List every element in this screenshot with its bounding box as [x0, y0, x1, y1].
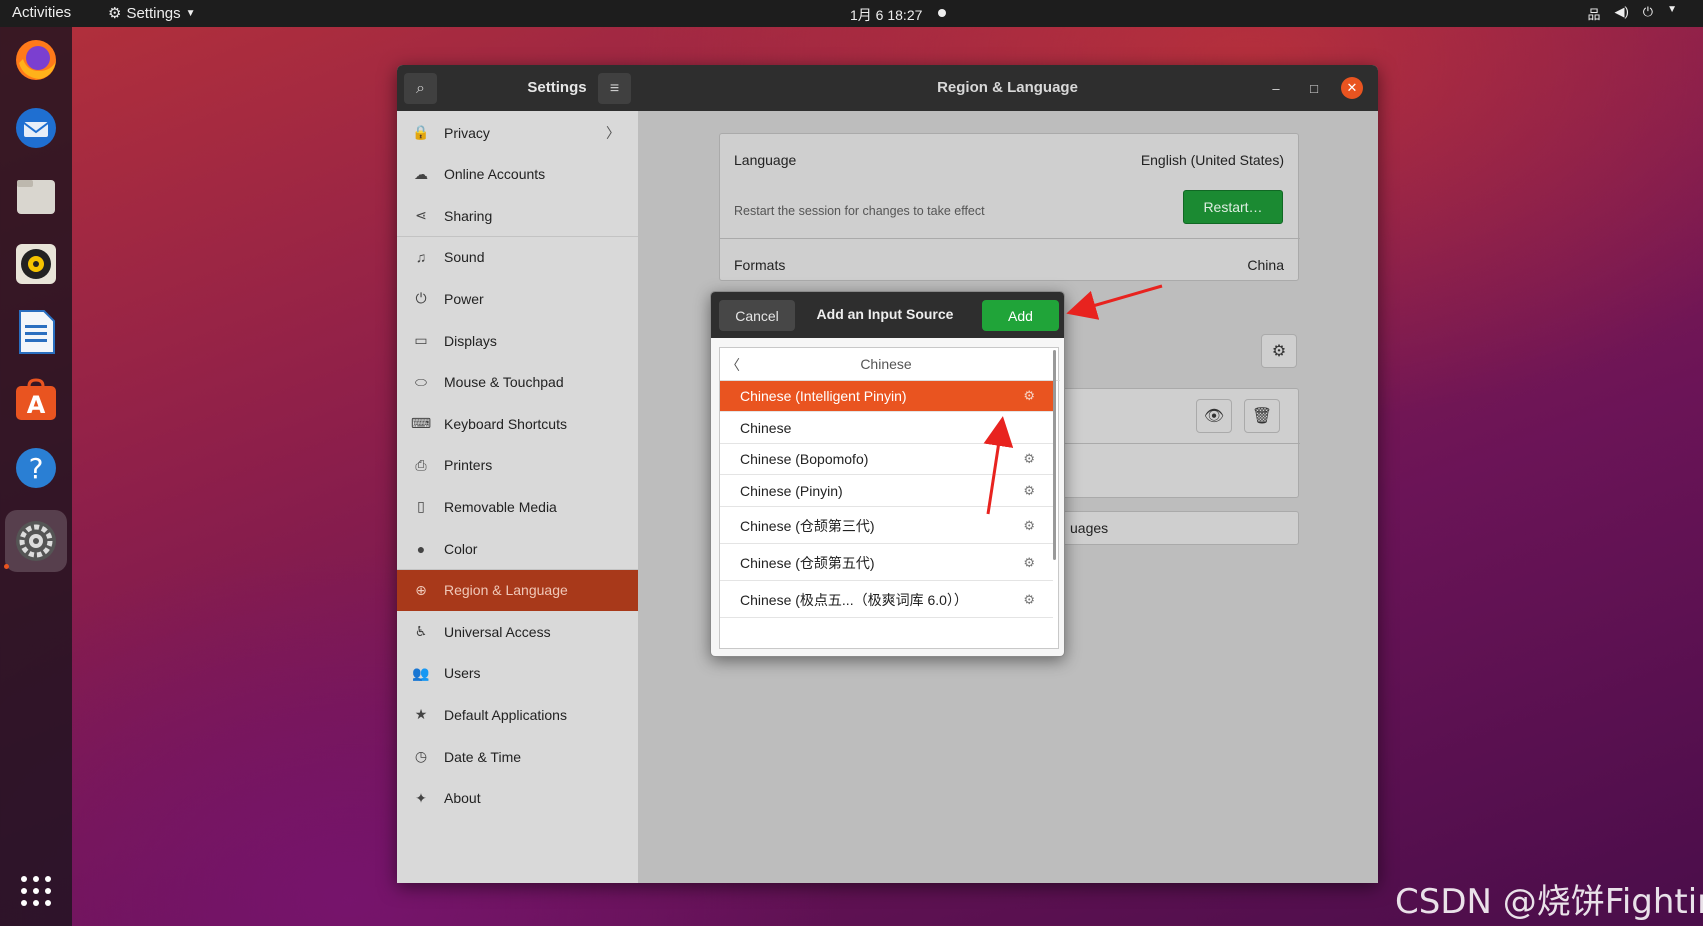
annotation-arrows	[983, 284, 1163, 515]
arrow-to-add	[1066, 284, 1163, 320]
watermark: CSDN @烧饼Fighting	[1395, 882, 1703, 922]
arrow-to-selected-row	[983, 416, 1014, 515]
